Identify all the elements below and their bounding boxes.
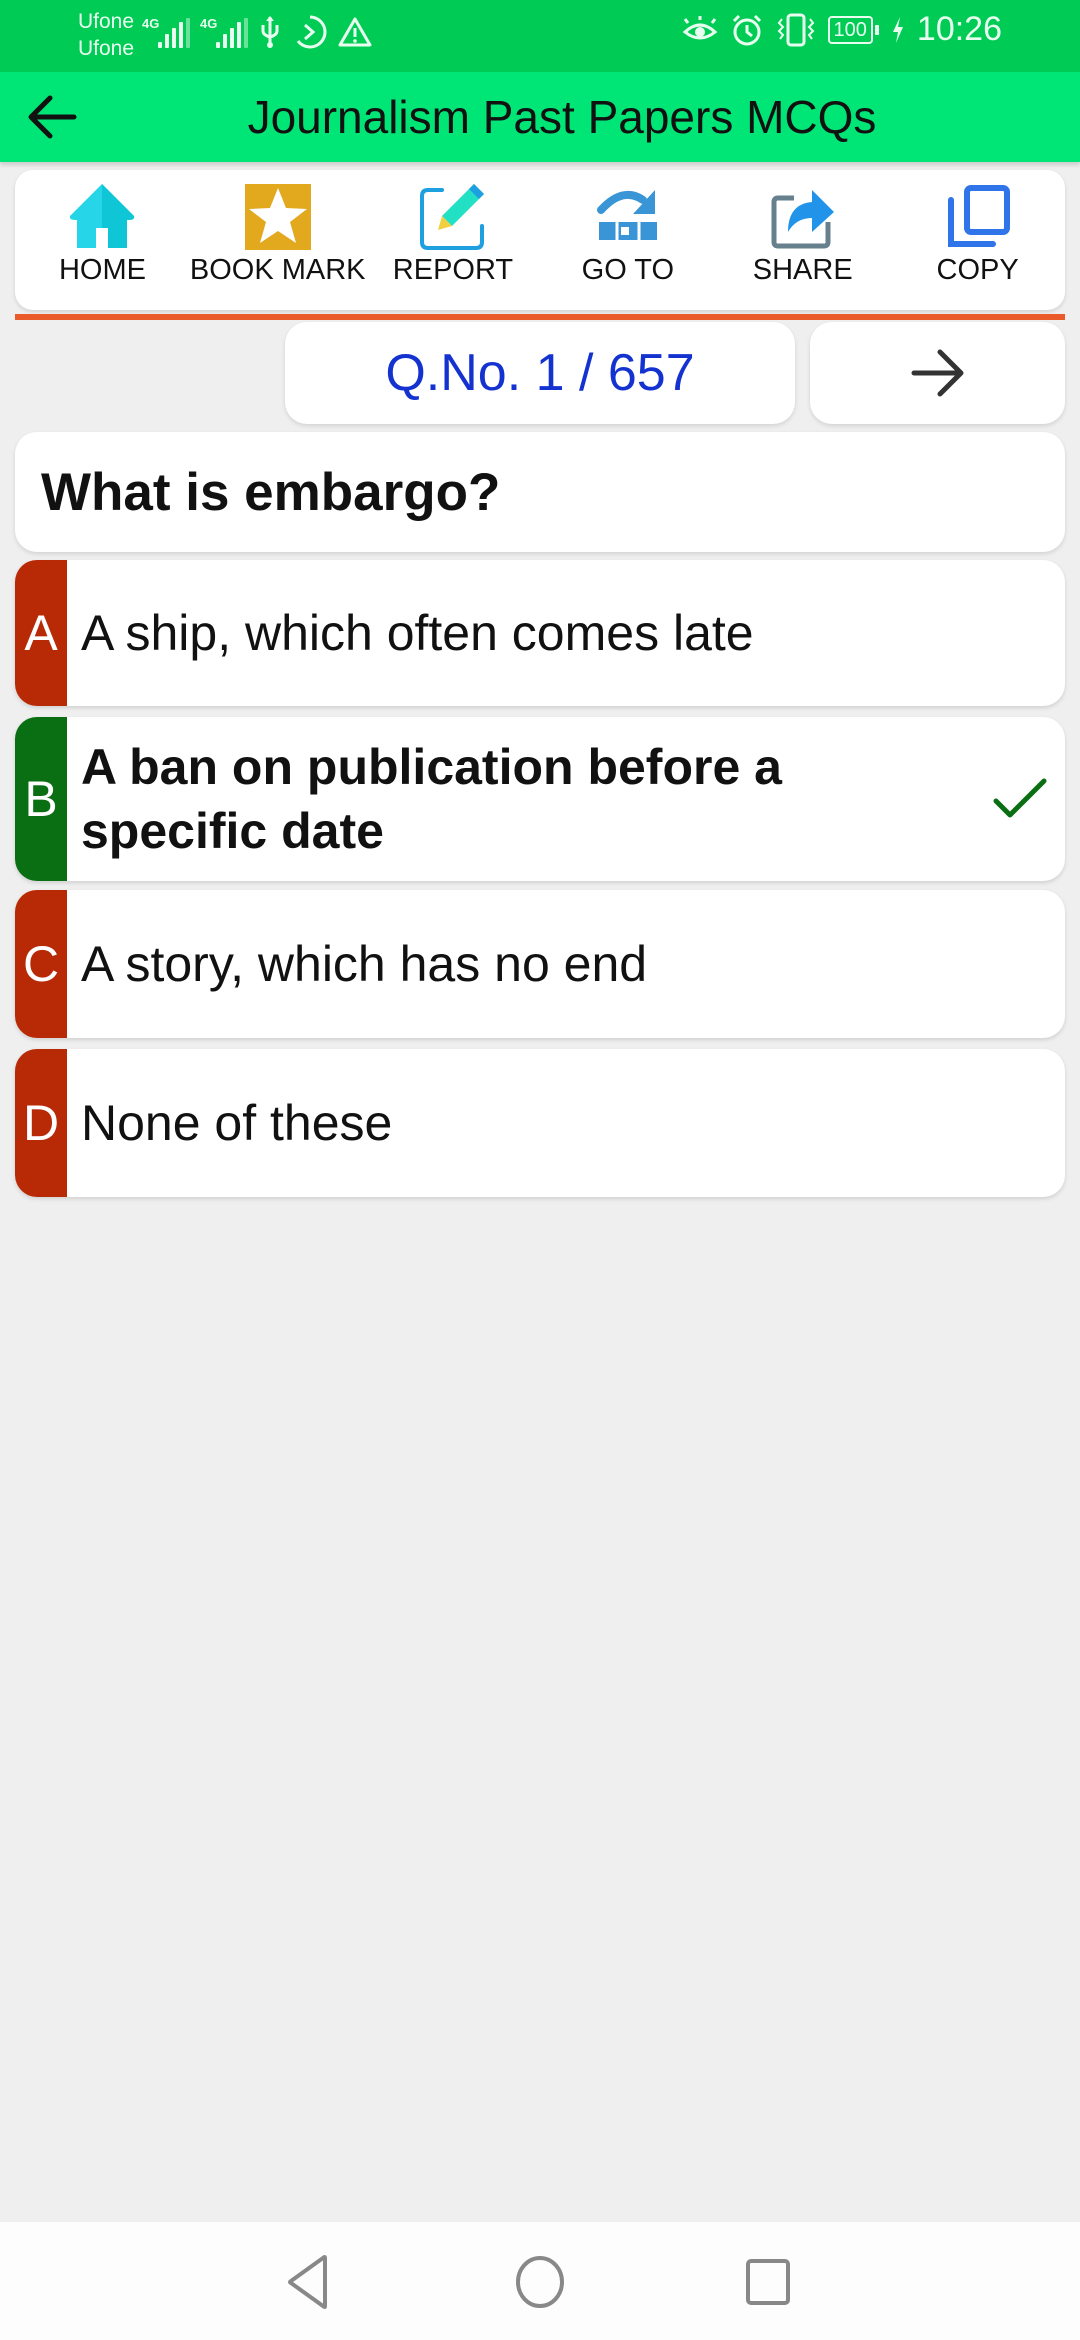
option-letter: A xyxy=(15,560,67,706)
share-icon xyxy=(771,190,834,249)
checkmark-icon xyxy=(993,778,1047,818)
option-text: A ban on publication before a specific d… xyxy=(81,739,782,859)
charging-icon xyxy=(892,16,903,43)
question-text: What is embargo? xyxy=(15,432,1065,552)
toolbar-divider xyxy=(15,314,1065,320)
system-home-button[interactable] xyxy=(508,2250,572,2314)
option-letter: D xyxy=(15,1049,67,1197)
eye-comfort-icon xyxy=(682,15,717,39)
share-label: SHARE xyxy=(752,254,853,286)
carrier-names: Ufone Ufone xyxy=(78,8,134,62)
home-nav-icon xyxy=(516,2256,564,2308)
status-bar: Ufone Ufone 4G 4G 100 10:26 xyxy=(0,0,1080,72)
home-icon xyxy=(70,184,135,248)
option-letter: C xyxy=(15,890,67,1038)
option-a[interactable]: A A ship, which often comes late xyxy=(15,560,1065,706)
system-back-button[interactable] xyxy=(276,2250,340,2314)
carrier-2: Ufone xyxy=(78,37,135,60)
report-label: REPORT xyxy=(392,254,514,286)
option-text: A ship, which often comes late xyxy=(81,605,754,661)
app-bar: Journalism Past Papers MCQs xyxy=(0,72,1080,162)
bookmark-star-icon xyxy=(244,184,311,250)
signal-icon: 4G xyxy=(142,16,190,48)
option-c[interactable]: C A story, which has no end xyxy=(15,890,1065,1038)
goto-button[interactable]: GO TO xyxy=(540,170,715,310)
system-recents-button[interactable] xyxy=(736,2250,800,2314)
copy-label: COPY xyxy=(936,254,1019,286)
home-button[interactable]: HOME xyxy=(15,170,190,310)
share-button[interactable]: SHARE xyxy=(715,170,890,310)
correct-check xyxy=(975,717,1065,881)
bookmark-label: BOOK MARK xyxy=(189,254,366,286)
vibrate-icon xyxy=(777,13,814,46)
option-letter: B xyxy=(15,717,67,881)
data-saver-icon xyxy=(296,15,327,49)
bookmark-button[interactable]: BOOK MARK xyxy=(190,170,366,310)
copy-button[interactable]: COPY xyxy=(890,170,1065,310)
goto-label: GO TO xyxy=(581,254,675,286)
option-text: A story, which has no end xyxy=(81,936,648,992)
carrier-1: Ufone xyxy=(78,10,135,33)
usb-icon xyxy=(261,16,279,48)
action-toolbar: HOME BOOK MARK REPORT GO TO SHARE COPY xyxy=(15,170,1065,310)
question-number[interactable]: Q.No. 1 / 657 xyxy=(285,322,795,424)
battery-icon: 100 xyxy=(827,15,880,44)
home-label: HOME xyxy=(58,254,146,286)
option-d[interactable]: D None of these xyxy=(15,1049,1065,1197)
system-nav-bar xyxy=(0,2222,1080,2340)
alarm-icon xyxy=(732,14,761,45)
next-question-button[interactable] xyxy=(810,322,1065,424)
back-nav-icon xyxy=(288,2255,327,2309)
clock: 10:26 xyxy=(916,10,1002,48)
copy-icon xyxy=(947,185,1010,247)
option-text: None of these xyxy=(81,1095,393,1151)
signal-icon: 4G xyxy=(200,16,248,48)
warning-icon xyxy=(338,17,372,47)
report-button[interactable]: REPORT xyxy=(366,170,541,310)
arrow-right-icon xyxy=(911,349,963,397)
option-b[interactable]: B A ban on publication before a specific… xyxy=(15,717,1065,881)
recents-nav-icon xyxy=(746,2259,790,2305)
page-title: Journalism Past Papers MCQs xyxy=(247,91,877,143)
goto-icon xyxy=(596,190,657,240)
edit-report-icon xyxy=(419,184,484,250)
